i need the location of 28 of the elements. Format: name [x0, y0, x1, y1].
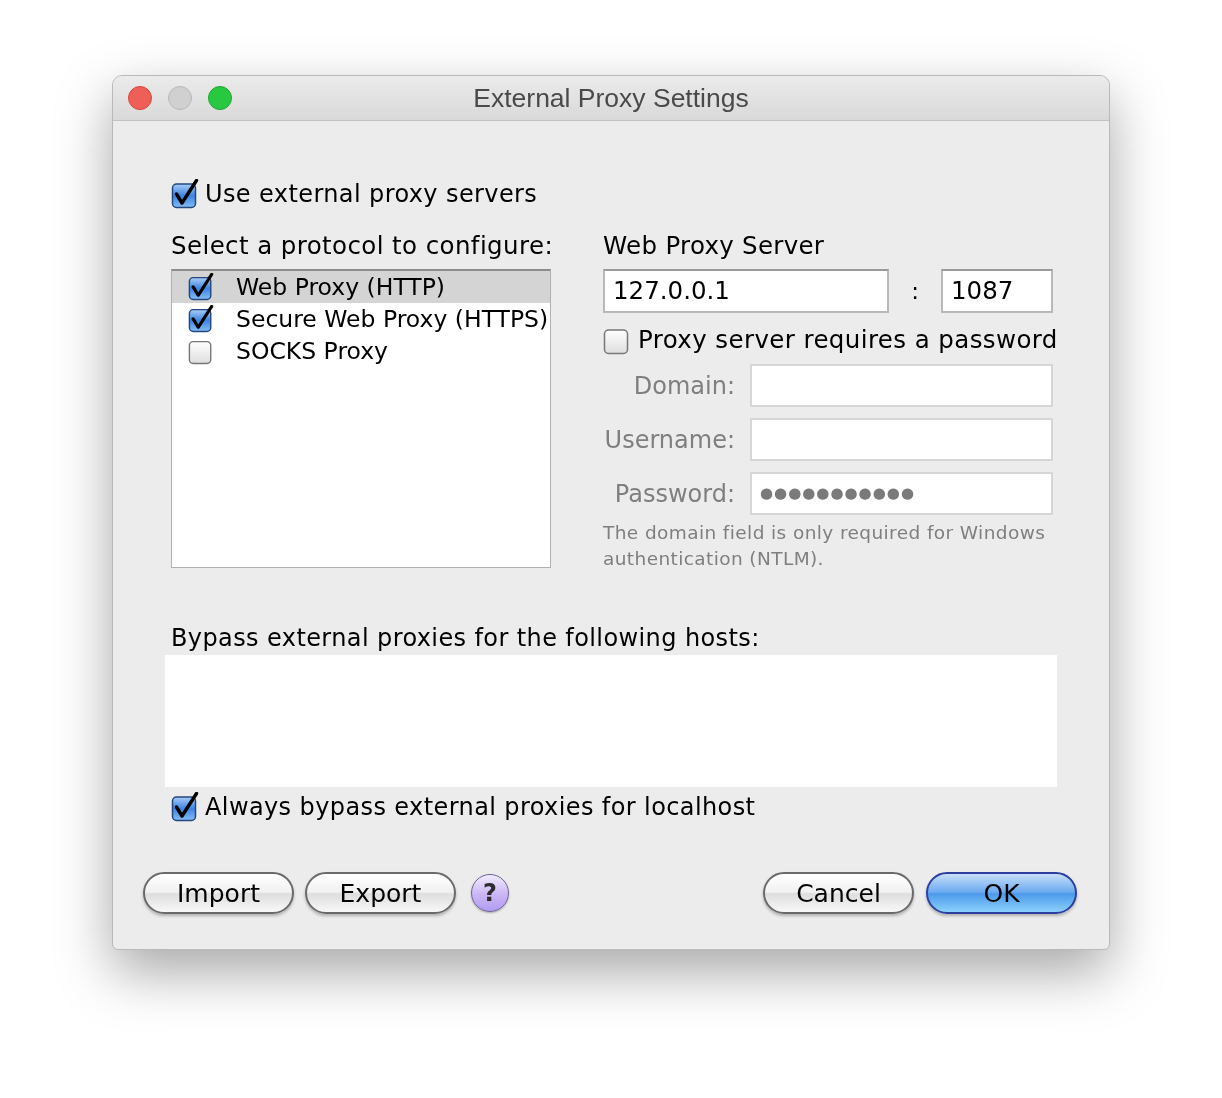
section-label: Web Proxy Server	[603, 231, 826, 261]
protocol-item[interactable]: Web Proxy (HTTP)	[172, 271, 550, 303]
push-button[interactable]: Cancel	[763, 872, 914, 914]
field-label: Username:	[603, 424, 735, 455]
port-separator: :	[910, 276, 920, 306]
primary-button[interactable]: OK	[926, 872, 1077, 914]
checkbox-label: Use external proxy servers	[205, 179, 538, 209]
help-button[interactable]: ?	[471, 874, 509, 912]
section-label: Select a protocol to configure:	[171, 231, 551, 261]
zoom-icon[interactable]	[208, 86, 232, 110]
text-field[interactable]	[750, 418, 1053, 461]
help-text: The domain field is only required for Windows authentication (NTLM).	[603, 521, 1047, 571]
text-field[interactable]	[750, 364, 1053, 407]
checkbox[interactable]	[188, 305, 214, 333]
checkbox[interactable]	[171, 792, 199, 822]
checkbox[interactable]	[188, 273, 214, 301]
checkbox-label: Always bypass external proxies for localhost	[205, 792, 756, 822]
host-field[interactable]: 127.0.0.1	[603, 269, 889, 313]
section-label: Bypass external proxies for the following hosts:	[171, 624, 761, 652]
close-icon[interactable]	[128, 86, 152, 110]
window-title: External Proxy Settings	[473, 84, 749, 112]
push-button[interactable]: Export	[305, 872, 456, 914]
port-field[interactable]: 1087	[941, 269, 1053, 313]
checkbox[interactable]	[171, 179, 199, 209]
push-button[interactable]: Import	[143, 872, 294, 914]
checkbox-label: Proxy server requires a password	[638, 325, 1058, 355]
field-label: Domain:	[632, 370, 735, 401]
field-label: Password:	[613, 478, 735, 509]
